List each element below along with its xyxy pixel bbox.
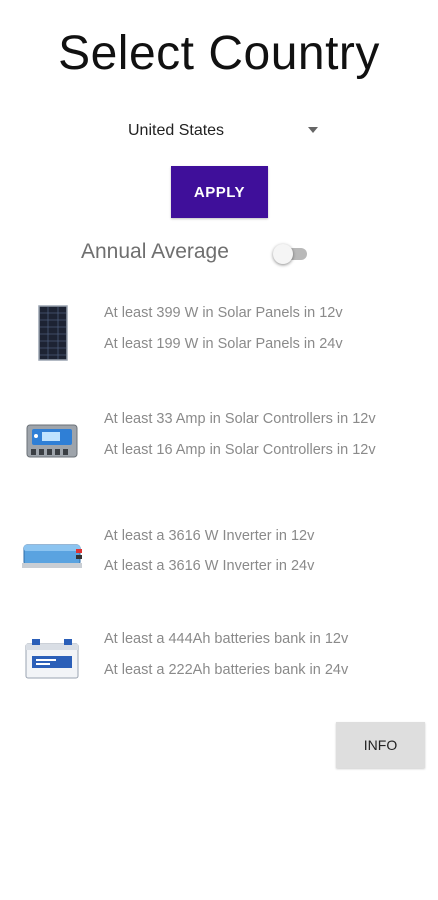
chevron-down-icon xyxy=(308,127,318,133)
inverter-12v-text: At least a 3616 W Inverter in 12v xyxy=(104,528,315,544)
annual-average-toggle[interactable] xyxy=(273,244,309,264)
country-dropdown[interactable]: United States xyxy=(128,116,328,146)
country-dropdown-value: United States xyxy=(128,122,225,139)
page-title: Select Country xyxy=(58,27,380,80)
solar-panel-12v-text: At least 399 W in Solar Panels in 12v xyxy=(104,305,343,321)
apply-button[interactable]: APPLY xyxy=(171,166,268,218)
inverter-24v-text: At least a 3616 W Inverter in 24v xyxy=(104,558,315,574)
info-button[interactable]: INFO xyxy=(336,722,425,768)
solar-panel-24v-text: At least 199 W in Solar Panels in 24v xyxy=(104,336,343,352)
battery-12v-text: At least a 444Ah batteries bank in 12v xyxy=(104,631,349,647)
controller-12v-second-text: At least 16 Amp in Solar Controllers in … xyxy=(104,442,376,458)
solar-panel-icon xyxy=(38,305,68,361)
toggle-thumb xyxy=(273,244,293,264)
battery-bank-icon xyxy=(25,639,79,679)
solar-controller-icon xyxy=(26,424,78,458)
battery-24v-text: At least a 222Ah batteries bank in 24v xyxy=(104,662,349,678)
inverter-icon xyxy=(22,544,82,568)
annual-average-label: Annual Average xyxy=(81,240,229,263)
controller-12v-text: At least 33 Amp in Solar Controllers in … xyxy=(104,411,376,427)
